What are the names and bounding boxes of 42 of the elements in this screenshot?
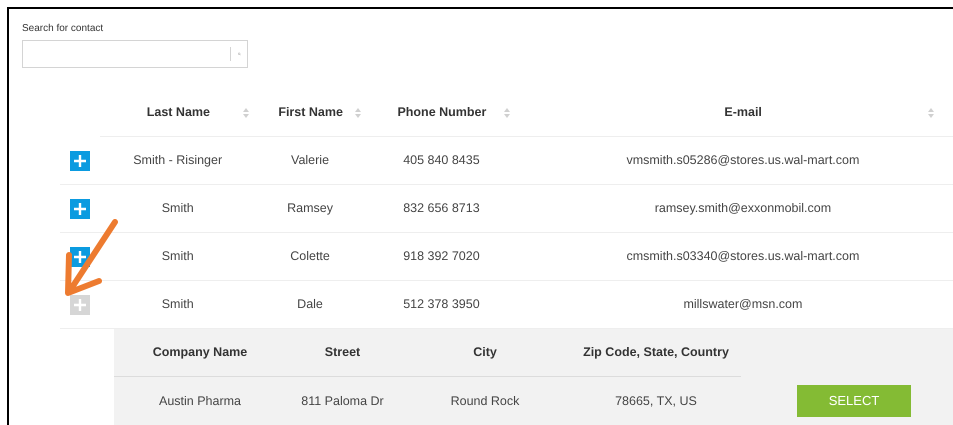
table-cell-text: ramsey.smith@exxonmobil.com — [654, 200, 832, 218]
plus-icon — [74, 250, 86, 262]
table-cell-text: 512 378 3950 — [403, 296, 480, 314]
expand-button[interactable] — [70, 294, 90, 314]
column-header: First Name — [278, 104, 343, 122]
plus-icon — [74, 154, 86, 166]
table-cell-text: 811 Paloma Dr — [301, 392, 384, 410]
table-cell-text: Austin Pharma — [159, 392, 241, 410]
column-header: Street — [324, 344, 360, 362]
table-cell-text: Smith — [162, 200, 194, 218]
table-cell-text: 405 840 8435 — [403, 152, 480, 170]
column-header: E-mail — [724, 104, 762, 122]
sort-icon[interactable] — [504, 108, 510, 118]
column-header: Last Name — [146, 104, 210, 122]
table-cell-text: cmsmith.s03340@stores.us.wal-mart.com — [626, 248, 860, 266]
sort-icon[interactable] — [928, 108, 934, 118]
expand-button[interactable] — [70, 198, 90, 218]
search-field[interactable] — [22, 40, 248, 68]
expand-button[interactable] — [70, 150, 90, 170]
table-cell-text: Ramsey — [287, 200, 333, 218]
table-cell-text: 918 392 7020 — [403, 248, 480, 266]
plus-icon — [74, 298, 86, 310]
table-cell-text: 78665, TX, US — [615, 392, 697, 410]
sort-icon[interactable] — [354, 108, 361, 118]
table-cell-text: Valerie — [291, 152, 330, 170]
column-header: City — [473, 344, 497, 362]
table-cell-text: Smith — [162, 248, 194, 266]
table-cell-text: vmsmith.s05286@stores.us.wal-mart.com — [626, 152, 860, 170]
table-cell-text: Round Rock — [450, 392, 520, 410]
column-header: Phone Number — [397, 104, 486, 122]
table-cell-text: Smith — [162, 296, 194, 314]
search-label: Search for contact — [22, 22, 104, 35]
table-cell-text: Smith - Risinger — [133, 152, 222, 170]
table-cell-text: 832 656 8713 — [403, 200, 480, 218]
table-cell-text: millswater@msn.com — [683, 296, 802, 314]
table-cell-text: Colette — [290, 248, 330, 266]
select-button[interactable]: SELECT — [797, 385, 911, 417]
column-header: Zip Code, State, Country — [583, 344, 729, 362]
column-header: Company Name — [152, 344, 248, 362]
plus-icon — [74, 202, 86, 214]
table-cell-text: Dale — [297, 296, 323, 314]
sort-icon[interactable] — [242, 108, 249, 118]
